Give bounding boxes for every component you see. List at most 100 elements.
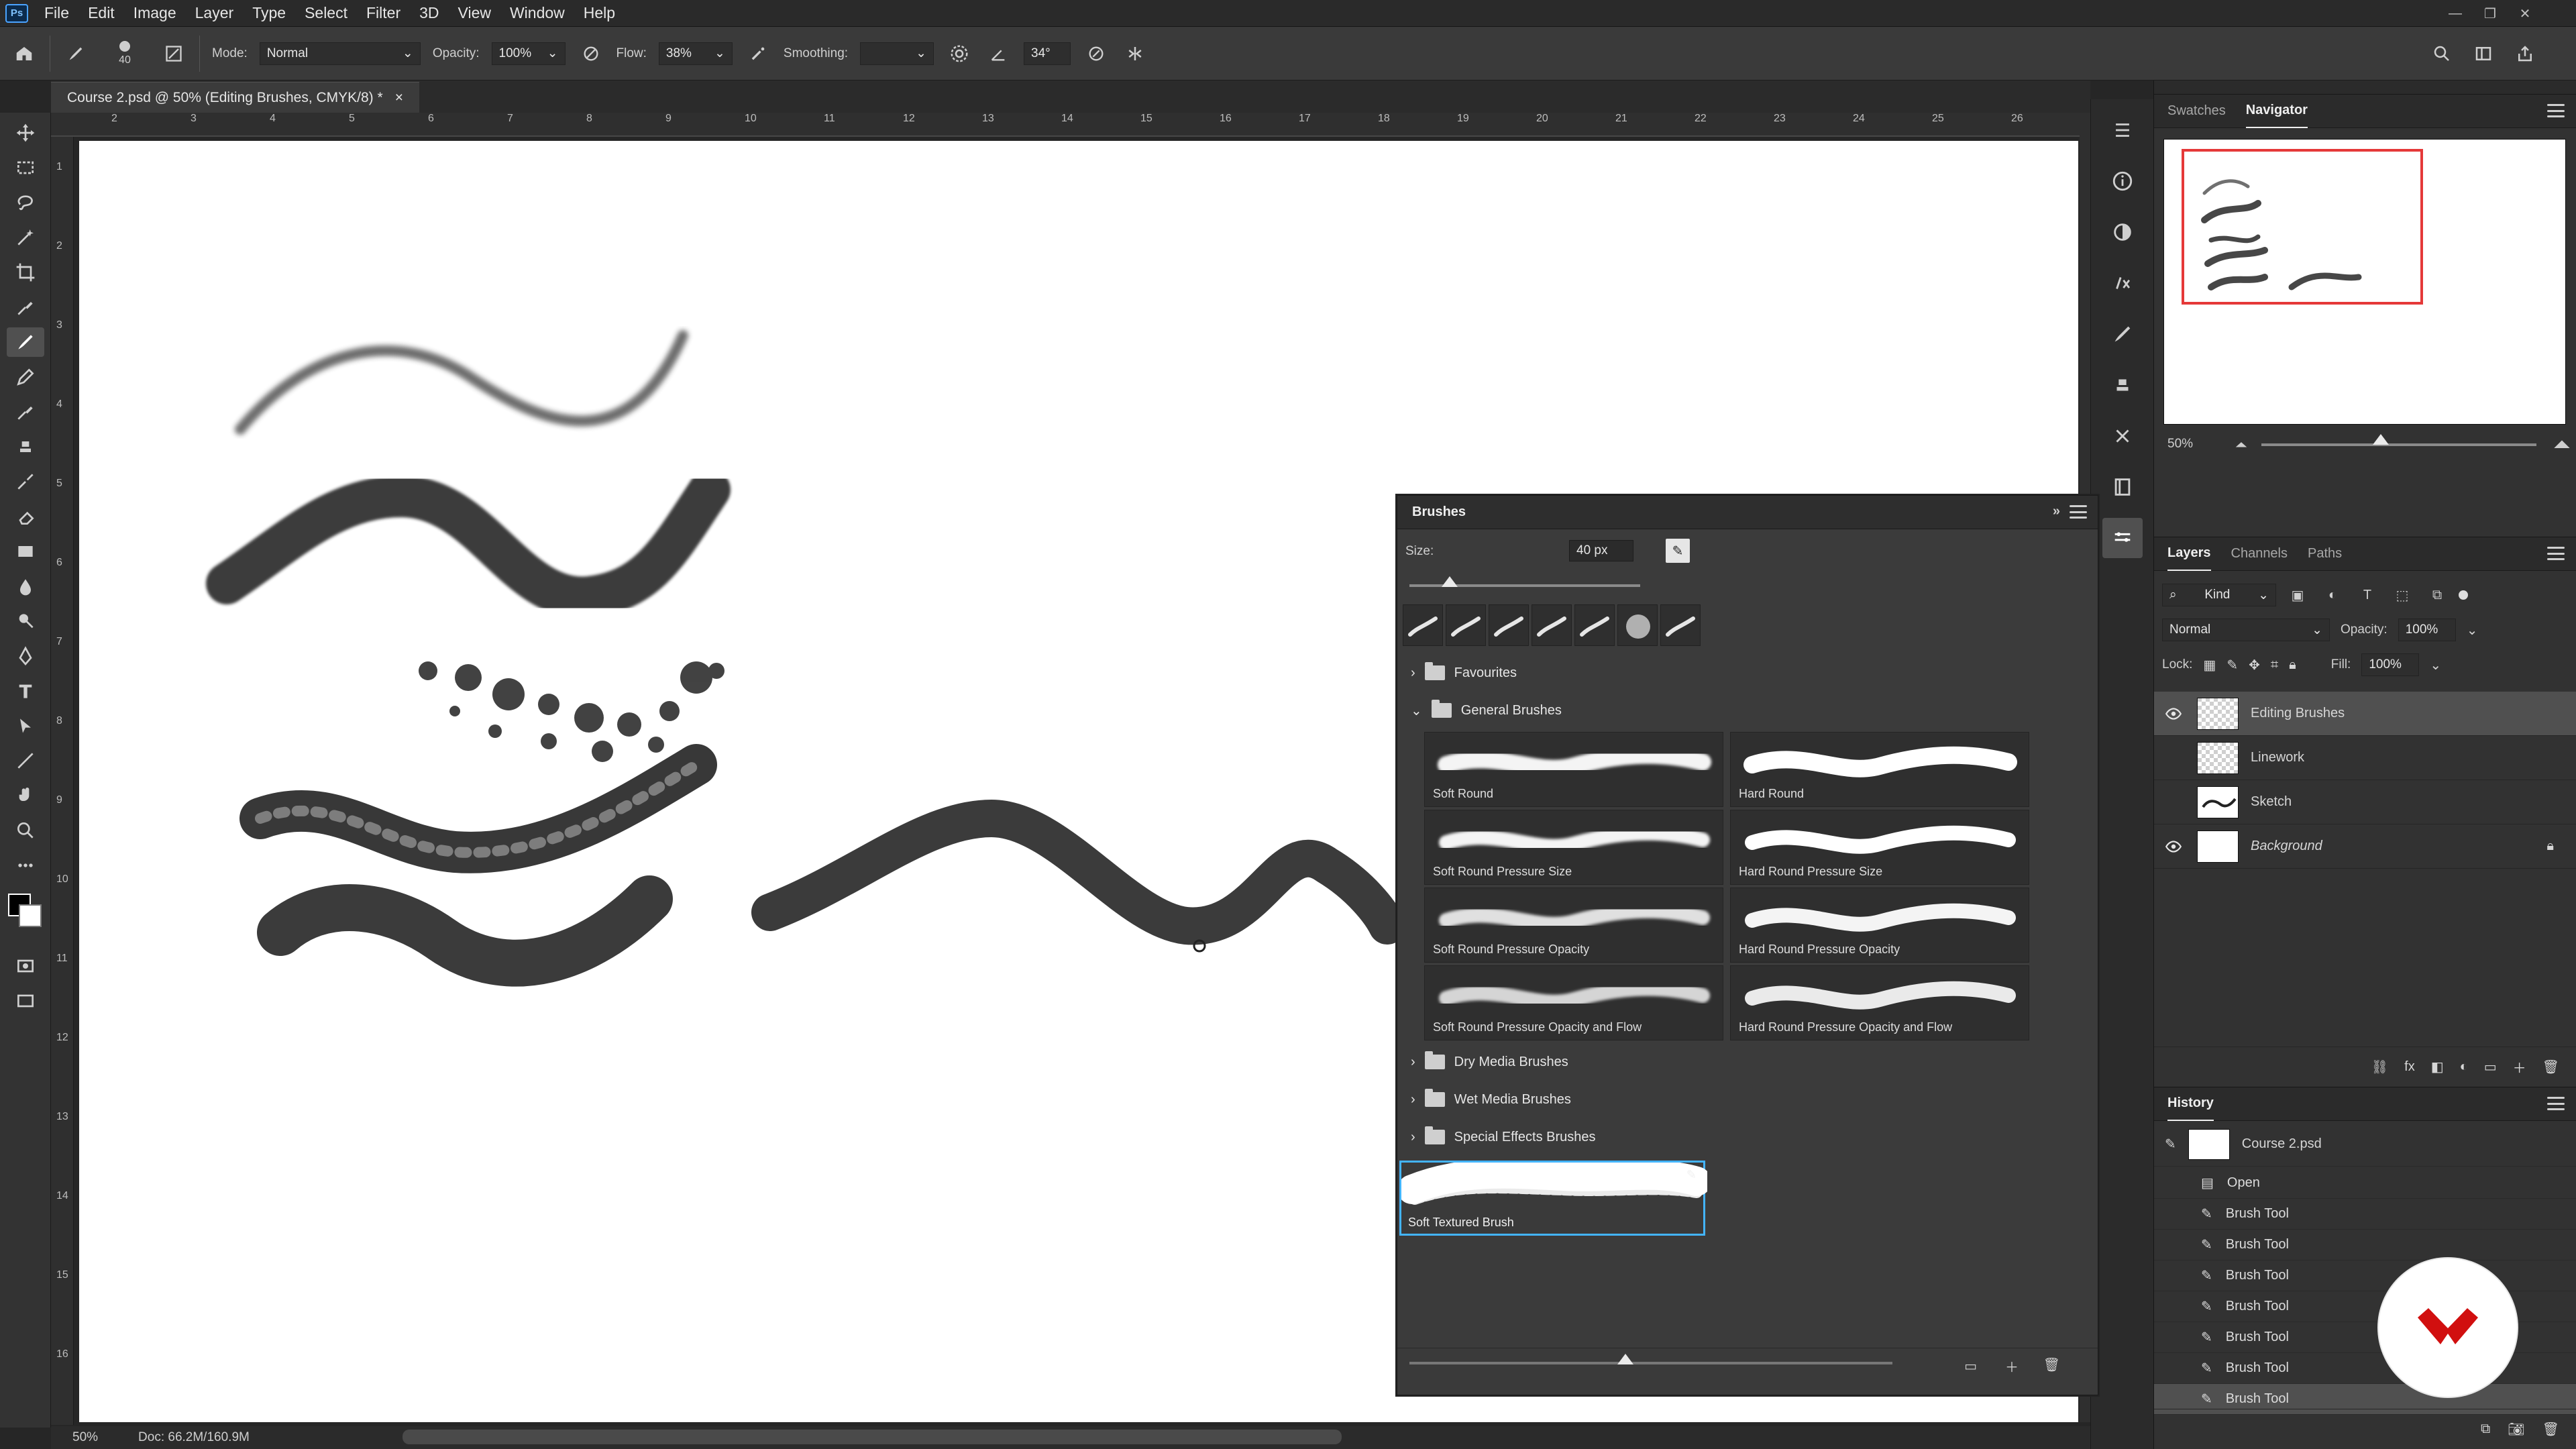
history-item[interactable]: ✎ Brush Tool xyxy=(2154,1199,2576,1230)
eraser-tool-icon[interactable] xyxy=(7,502,44,531)
adjustment-layer-icon[interactable]: ◐ xyxy=(2460,1059,2468,1075)
delete-brush-icon[interactable]: 🗑︎ xyxy=(2043,1356,2060,1373)
magic-wand-tool-icon[interactable] xyxy=(7,223,44,252)
panel-menu-icon[interactable] xyxy=(2547,104,2565,117)
lasso-tool-icon[interactable] xyxy=(7,188,44,217)
pen-tool-icon[interactable] xyxy=(7,641,44,671)
pressure-size-icon[interactable] xyxy=(1083,40,1110,67)
dodge-tool-icon[interactable] xyxy=(7,606,44,636)
filter-smart-object-icon[interactable]: ⧉ xyxy=(2424,582,2451,608)
delete-layer-icon[interactable]: 🗑︎ xyxy=(2542,1059,2559,1075)
layer-name[interactable]: Editing Brushes xyxy=(2251,706,2345,721)
color-swatches[interactable] xyxy=(0,885,51,946)
layer-filter-kind[interactable]: ⌕ Kind ⌄ xyxy=(2162,584,2276,606)
menu-3d[interactable]: 3D xyxy=(410,0,448,27)
photoshop-logo-icon[interactable]: Ps xyxy=(5,3,28,23)
zoom-out-icon[interactable] xyxy=(2228,430,2255,457)
layer-style-fx-icon[interactable]: fx xyxy=(2404,1059,2415,1075)
menu-window[interactable]: Window xyxy=(500,0,574,27)
pencil-tool-icon[interactable] xyxy=(7,362,44,392)
link-layers-icon[interactable]: ⛓ xyxy=(2371,1059,2388,1075)
screen-mode-icon[interactable] xyxy=(7,986,44,1016)
home-icon[interactable] xyxy=(11,40,38,67)
layer-blend-mode-select[interactable]: Normal ⌄ xyxy=(2162,619,2330,641)
menu-help[interactable]: Help xyxy=(574,0,625,27)
hidden-eye-icon[interactable] xyxy=(2162,747,2185,769)
brush-preset-soft-round-pressure-size[interactable]: Soft Round Pressure Size xyxy=(1424,810,1723,885)
panel-menu-icon[interactable] xyxy=(2070,505,2087,519)
filter-image-icon[interactable]: ▣ xyxy=(2284,582,2311,608)
hand-tool-icon[interactable] xyxy=(7,781,44,810)
workspace-layout-icon[interactable] xyxy=(2470,40,2497,67)
brush-settings-icon[interactable] xyxy=(2102,314,2143,354)
path-selection-tool-icon[interactable] xyxy=(7,711,44,741)
new-brush-icon[interactable]: ＋ xyxy=(2005,1356,2019,1376)
brush-size-field[interactable]: 40 px xyxy=(1569,540,1633,561)
tab-paths[interactable]: Paths xyxy=(2308,537,2342,571)
filter-adjustment-icon[interactable]: ◐ xyxy=(2319,582,2346,608)
mixer-brush-tool-icon[interactable] xyxy=(7,397,44,427)
tab-layers[interactable]: Layers xyxy=(2167,537,2211,571)
restore-window-icon[interactable]: ❐ xyxy=(2474,0,2506,27)
brush-folder-wet-media[interactable]: › Wet Media Brushes xyxy=(1403,1081,2087,1118)
opacity-field[interactable]: 100% ⌄ xyxy=(491,42,566,65)
delete-state-icon[interactable]: 🗑︎ xyxy=(2542,1421,2559,1438)
recent-brush-preset[interactable] xyxy=(1489,604,1529,646)
clone-stamp-tool-icon[interactable] xyxy=(7,432,44,462)
layer-fill-field[interactable]: 100% xyxy=(2361,653,2420,676)
recent-brush-preset[interactable] xyxy=(1403,604,1443,646)
lock-artboard-icon[interactable]: ⌗ xyxy=(2271,657,2278,673)
zoom-in-icon[interactable] xyxy=(2548,430,2575,457)
brush-preset-hard-round-pressure-opacity[interactable]: Hard Round Pressure Opacity xyxy=(1730,888,2029,963)
menu-file[interactable]: File xyxy=(35,0,78,27)
eyedropper-tool-icon[interactable] xyxy=(7,292,44,322)
menu-edit[interactable]: Edit xyxy=(78,0,124,27)
layer-row[interactable]: Editing Brushes xyxy=(2154,692,2576,736)
chevron-down-icon[interactable]: ⌄ xyxy=(2467,622,2478,639)
brushes-panel-icon[interactable] xyxy=(2102,518,2143,558)
layer-opacity-field[interactable]: 100% xyxy=(2398,619,2456,641)
new-brush-icon[interactable]: ✎ xyxy=(1666,539,1690,563)
menu-filter[interactable]: Filter xyxy=(357,0,410,27)
lock-image-icon[interactable]: ✎ xyxy=(2226,657,2238,674)
brush-folder-favourites[interactable]: › Favourites xyxy=(1403,654,2087,692)
marquee-tool-icon[interactable] xyxy=(7,153,44,182)
lock-all-icon[interactable]: 🔒︎ xyxy=(2289,657,2296,673)
navigator-zoom-value[interactable]: 50% xyxy=(2167,437,2193,451)
eye-icon[interactable] xyxy=(2162,835,2185,858)
history-brush-tool-icon[interactable] xyxy=(7,467,44,496)
pressure-opacity-icon[interactable] xyxy=(578,40,604,67)
menu-image[interactable]: Image xyxy=(124,0,186,27)
hidden-eye-icon[interactable] xyxy=(2162,791,2185,814)
brush-folder-general[interactable]: ⌄ General Brushes xyxy=(1403,692,2087,729)
flow-field[interactable]: 38% ⌄ xyxy=(658,42,733,65)
document-tab[interactable]: Course 2.psd @ 50% (Editing Brushes, CMY… xyxy=(51,82,419,113)
libraries-icon[interactable] xyxy=(2102,467,2143,507)
camera-icon[interactable]: 📷︎ xyxy=(2508,1421,2524,1438)
horizontal-scrollbar[interactable] xyxy=(402,1430,1342,1444)
brush-size-picker[interactable]: 40 xyxy=(101,30,148,77)
properties-panel-icon[interactable] xyxy=(2102,110,2143,150)
layer-row[interactable]: Sketch xyxy=(2154,780,2576,824)
crop-tool-icon[interactable] xyxy=(7,258,44,287)
eye-icon[interactable] xyxy=(2162,702,2185,725)
brush-folder-dry-media[interactable]: › Dry Media Brushes xyxy=(1403,1043,2087,1081)
brush-folder-special-effects[interactable]: › Special Effects Brushes xyxy=(1403,1118,2087,1156)
lock-transparent-icon[interactable]: ▦ xyxy=(2203,657,2216,674)
brush-tool-icon[interactable] xyxy=(7,327,44,357)
panel-menu-icon[interactable] xyxy=(2547,1097,2565,1110)
history-item[interactable]: ✎ Brush Tool xyxy=(2154,1230,2576,1260)
preview-size-slider[interactable] xyxy=(1409,1362,1892,1364)
brush-preset-soft-round[interactable]: Soft Round xyxy=(1424,732,1723,807)
blur-tool-icon[interactable] xyxy=(7,572,44,601)
recent-brush-preset[interactable] xyxy=(1446,604,1486,646)
line-tool-icon[interactable] xyxy=(7,746,44,775)
navigator-view-box[interactable] xyxy=(2182,149,2423,305)
gear-icon[interactable] xyxy=(946,40,973,67)
navigator-zoom-slider-thumb[interactable] xyxy=(2373,434,2389,445)
layer-name[interactable]: Sketch xyxy=(2251,794,2292,810)
filter-shape-icon[interactable]: ⬚ xyxy=(2389,582,2416,608)
brush-size-slider-thumb[interactable] xyxy=(1442,576,1458,587)
new-brush-group-icon[interactable]: ▭ xyxy=(1964,1358,1977,1375)
airbrush-icon[interactable] xyxy=(745,40,771,67)
